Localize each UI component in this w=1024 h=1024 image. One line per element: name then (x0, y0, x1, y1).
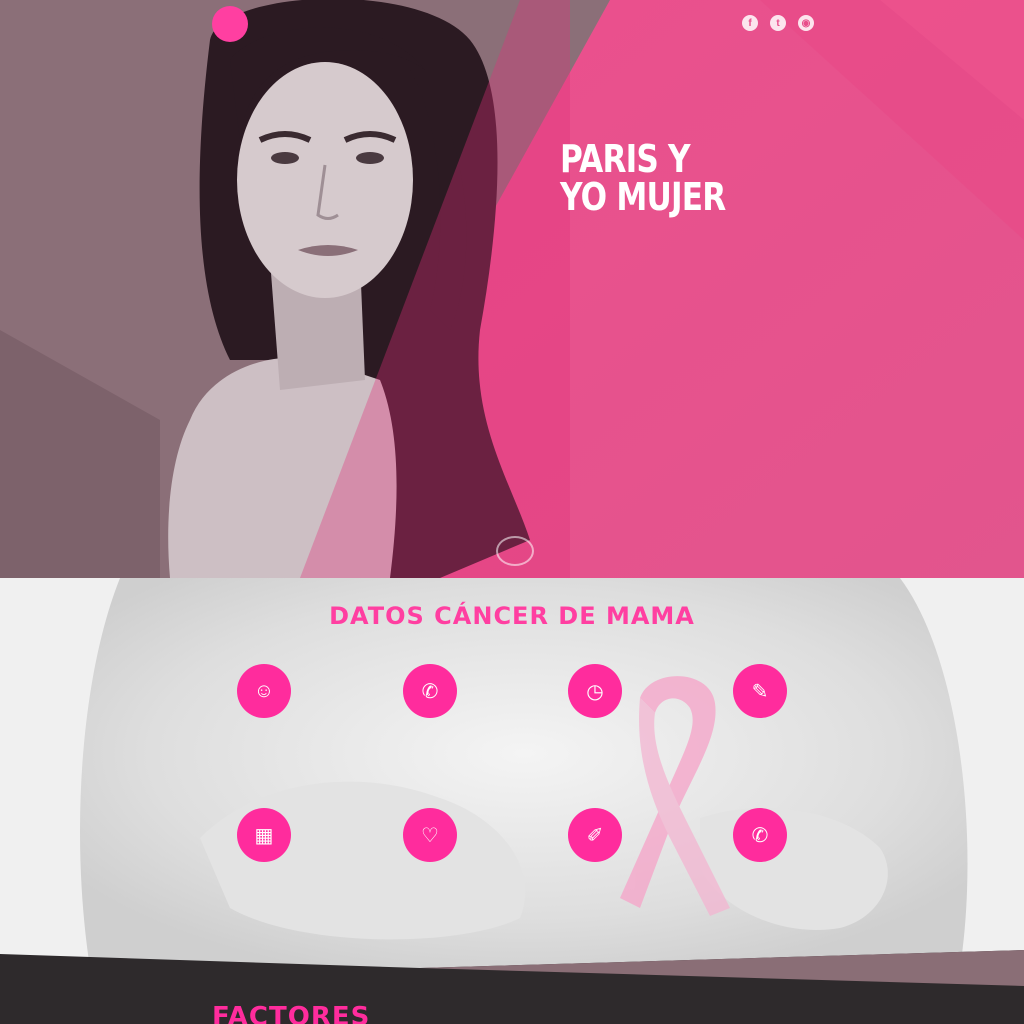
hero-text-block: PARIS Y YO MUJER (560, 140, 830, 234)
factors-title: FACTORES (212, 1002, 371, 1024)
chart-icon: ▦ (237, 808, 291, 862)
heart-icon: ♡ (403, 808, 457, 862)
fact-item-1: ☺ (194, 664, 334, 732)
fact-item-8: ✆ (690, 808, 830, 876)
clock-icon: ◷ (568, 664, 622, 718)
instagram-icon[interactable]: ◉ (798, 15, 814, 31)
fact-item-6: ♡ (360, 808, 500, 876)
pencil-icon: ✐ (568, 808, 622, 862)
site-logo[interactable] (212, 6, 248, 42)
woman-portrait-image (168, 0, 570, 578)
hero-title: PARIS Y YO MUJER (560, 140, 781, 216)
phone-icon: ✆ (403, 664, 457, 718)
hero-section: f t ◉ PARIS Y YO MUJER (0, 0, 1024, 578)
facts-title: DATOS CÁNCER DE MAMA (329, 602, 695, 630)
twitter-icon[interactable]: t (770, 15, 786, 31)
phone-icon: ✆ (733, 808, 787, 862)
fact-item-5: ▦ (194, 808, 334, 876)
logo-script (258, 14, 318, 34)
facts-background-image (0, 578, 1024, 968)
facebook-icon[interactable]: f (742, 15, 758, 31)
fact-item-7: ✐ (525, 808, 665, 876)
fact-item-4: ✎ (690, 664, 830, 732)
facts-section: DATOS CÁNCER DE MAMA ☺ ✆ ◷ ✎ ▦ ♡ ✐ ✆ (0, 578, 1024, 968)
pen-icon: ✎ (733, 664, 787, 718)
top-navigation: f t ◉ (0, 0, 1024, 50)
hero-title-line-2: YO MUJER (560, 175, 726, 219)
chat-icon: ☺ (237, 664, 291, 718)
factors-section: FACTORES (0, 940, 1024, 1024)
fact-item-3: ◷ (525, 664, 665, 732)
factors-background (0, 950, 1024, 1024)
scroll-down-button[interactable] (496, 536, 534, 566)
fact-item-2: ✆ (360, 664, 500, 732)
social-links: f t ◉ (742, 15, 814, 31)
